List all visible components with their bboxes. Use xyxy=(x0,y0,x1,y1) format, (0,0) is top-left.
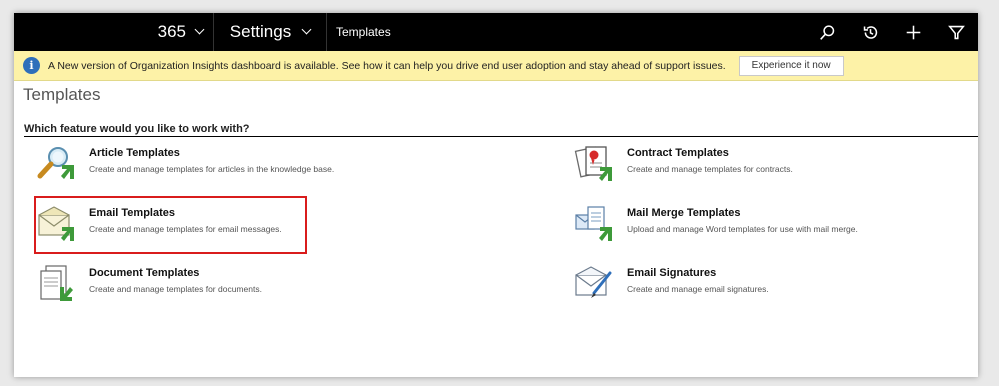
feature-description: Create and manage templates for articles… xyxy=(89,164,335,174)
email-signatures-icon xyxy=(574,263,614,303)
mail-merge-templates-icon xyxy=(574,203,614,243)
app-window: 365 Settings Templates i A New version o… xyxy=(14,13,978,377)
section-divider xyxy=(24,136,978,137)
feature-description: Create and manage templates for contract… xyxy=(627,164,793,174)
feature-contract-templates[interactable]: Contract Templates Create and manage tem… xyxy=(574,143,934,187)
filter-icon[interactable] xyxy=(935,13,978,51)
experience-it-now-button[interactable]: Experience it now xyxy=(738,55,844,76)
contract-templates-icon xyxy=(574,143,614,183)
feature-document-templates[interactable]: Document Templates Create and manage tem… xyxy=(36,263,396,307)
notification-bar: i A New version of Organization Insights… xyxy=(14,51,978,81)
top-icon-group xyxy=(806,13,978,51)
feature-mail-merge-templates[interactable]: Mail Merge Templates Upload and manage W… xyxy=(574,203,934,247)
feature-title[interactable]: Document Templates xyxy=(89,267,199,279)
feature-description: Create and manage templates for document… xyxy=(89,284,262,294)
document-templates-icon xyxy=(36,263,76,303)
new-icon[interactable] xyxy=(892,13,935,51)
section-heading: Which feature would you like to work wit… xyxy=(24,123,250,135)
app-switcher[interactable]: 365 xyxy=(14,13,214,51)
area-switcher[interactable]: Settings xyxy=(214,13,327,51)
feature-description: Upload and manage Word templates for use… xyxy=(627,224,858,234)
area-name-label: Settings xyxy=(229,22,292,41)
info-icon: i xyxy=(23,57,40,74)
chevron-down-icon xyxy=(301,24,312,35)
page-title: Templates xyxy=(23,85,101,104)
app-name-label: 365 xyxy=(157,22,186,41)
feature-description: Create and manage email signatures. xyxy=(627,284,769,294)
feature-title[interactable]: Article Templates xyxy=(89,147,180,159)
feature-title[interactable]: Contract Templates xyxy=(627,147,729,159)
recent-icon[interactable] xyxy=(849,13,892,51)
highlight-box xyxy=(34,196,307,254)
breadcrumb[interactable]: Templates xyxy=(327,25,806,39)
feature-title[interactable]: Mail Merge Templates xyxy=(627,207,741,219)
feature-article-templates[interactable]: Article Templates Create and manage temp… xyxy=(36,143,396,187)
feature-email-signatures[interactable]: Email Signatures Create and manage email… xyxy=(574,263,934,307)
top-navigation-bar: 365 Settings Templates xyxy=(14,13,978,51)
feature-title[interactable]: Email Signatures xyxy=(627,267,716,279)
notification-message: A New version of Organization Insights d… xyxy=(48,59,726,72)
chevron-down-icon xyxy=(194,24,205,35)
search-icon[interactable] xyxy=(806,13,849,51)
article-templates-icon xyxy=(36,143,76,183)
